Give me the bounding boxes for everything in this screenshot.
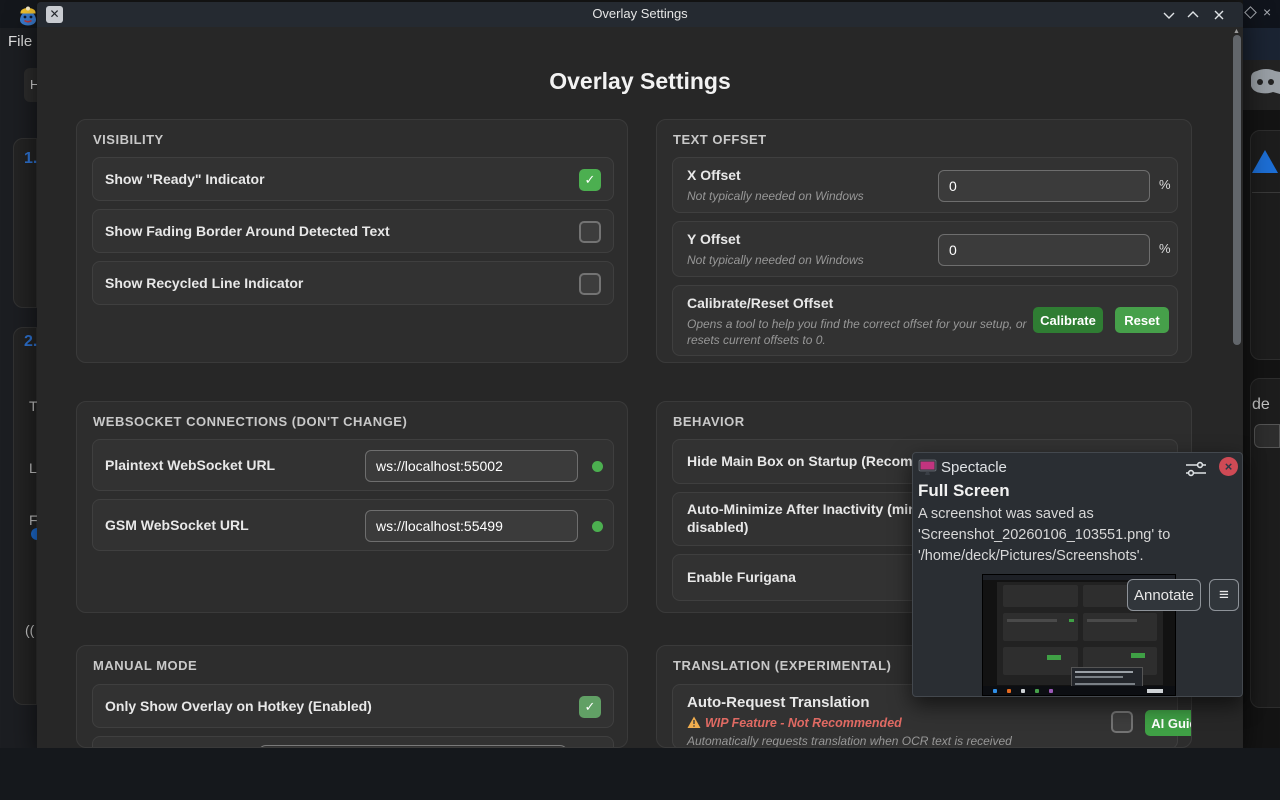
- setting-row: [92, 736, 614, 748]
- background-text-fragment: ((: [25, 622, 34, 638]
- connection-status-dot: [592, 461, 603, 472]
- section-title: WEBSOCKET CONNECTIONS (DON'T CHANGE): [93, 414, 407, 429]
- warning-icon: [687, 716, 701, 729]
- setting-label: X Offset: [687, 167, 741, 183]
- setting-note: Automatically requests translation when …: [687, 734, 1012, 748]
- setting-row: Plaintext WebSocket URL: [92, 439, 614, 491]
- setting-label: Only Show Overlay on Hotkey (Enabled): [105, 698, 372, 714]
- calibrate-button[interactable]: Calibrate: [1033, 307, 1103, 333]
- visibility-section: VISIBILITY Show "Ready" Indicator ✓ Show…: [76, 119, 628, 363]
- spectacle-notification: Spectacle × Full Screen A screenshot was…: [912, 452, 1243, 697]
- wip-warning-text: WIP Feature - Not Recommended: [705, 716, 902, 730]
- setting-row: GSM WebSocket URL: [92, 499, 614, 551]
- window-title: Overlay Settings: [37, 6, 1243, 21]
- configure-notification-icon[interactable]: [1185, 460, 1207, 478]
- unit-label: %: [1159, 177, 1171, 192]
- spectacle-icon: [918, 459, 937, 476]
- setting-note: Opens a tool to help you find the correc…: [687, 317, 1027, 331]
- page-title: Overlay Settings: [37, 68, 1243, 95]
- background-blue-triangle: [1252, 150, 1278, 173]
- websocket-section: WEBSOCKET CONNECTIONS (DON'T CHANGE) Pla…: [76, 401, 628, 613]
- close-icon[interactable]: ×: [1263, 4, 1271, 20]
- setting-row: Only Show Overlay on Hotkey (Enabled) ✓: [92, 684, 614, 728]
- notification-message: A screenshot was saved as 'Screenshot_20…: [918, 504, 1240, 567]
- step-2-number: 2.: [24, 333, 37, 351]
- setting-label: Enable Furigana: [687, 569, 796, 585]
- section-title: TRANSLATION (EXPERIMENTAL): [673, 658, 891, 673]
- setting-row: Calibrate/Reset Offset Opens a tool to h…: [672, 285, 1178, 356]
- hotkey-only-checkbox[interactable]: ✓: [579, 696, 601, 718]
- notification-heading: Full Screen: [918, 481, 1010, 501]
- ai-guide-button[interactable]: AI Guide: [1145, 710, 1192, 736]
- setting-label: Y Offset: [687, 231, 740, 247]
- auto-request-translation-checkbox[interactable]: [1111, 711, 1133, 733]
- y-offset-input[interactable]: [938, 234, 1150, 266]
- setting-label: GSM WebSocket URL: [105, 517, 249, 533]
- reset-button[interactable]: Reset: [1115, 307, 1169, 333]
- ready-indicator-checkbox[interactable]: ✓: [579, 169, 601, 191]
- taskbar: [0, 748, 1280, 800]
- scrollbar-thumb[interactable]: [1233, 35, 1241, 345]
- notification-app-name: Spectacle: [941, 459, 1007, 476]
- setting-label: Calibrate/Reset Offset: [687, 295, 833, 311]
- setting-label: Show Recycled Line Indicator: [105, 275, 303, 291]
- notification-menu-button[interactable]: ≡: [1209, 579, 1239, 611]
- close-button[interactable]: [1211, 7, 1227, 23]
- setting-row: Show "Ready" Indicator ✓: [92, 157, 614, 201]
- restore-icon[interactable]: [1244, 6, 1257, 19]
- background-input-fragment: [1254, 424, 1280, 448]
- recycled-line-checkbox[interactable]: [579, 273, 601, 295]
- maximize-button[interactable]: [1185, 7, 1201, 23]
- window-titlebar[interactable]: ✕ Overlay Settings: [37, 2, 1243, 27]
- background-window-right-titlebar: ×: [1243, 0, 1280, 28]
- manual-mode-section: MANUAL MODE Only Show Overlay on Hotkey …: [76, 645, 628, 748]
- setting-label: disabled): [687, 519, 748, 535]
- plaintext-websocket-url-input[interactable]: [365, 450, 578, 482]
- setting-label: Auto-Request Translation: [687, 694, 870, 711]
- section-title: MANUAL MODE: [93, 658, 197, 673]
- setting-note: Not typically needed on Windows: [687, 253, 864, 267]
- setting-label: Plaintext WebSocket URL: [105, 457, 275, 473]
- connection-status-dot: [592, 521, 603, 532]
- section-title: TEXT OFFSET: [673, 132, 767, 147]
- setting-note: resets current offsets to 0.: [687, 333, 826, 347]
- background-text-fragment: L: [29, 460, 37, 476]
- section-title: BEHAVIOR: [673, 414, 745, 429]
- scrollbar-up-arrow[interactable]: ▲: [1233, 28, 1240, 35]
- setting-row: Y Offset Not typically needed on Windows…: [672, 221, 1178, 277]
- step-1-number: 1.: [24, 150, 37, 168]
- setting-label: Show Fading Border Around Detected Text: [105, 223, 390, 239]
- discord-icon: [1243, 60, 1280, 110]
- section-title: VISIBILITY: [93, 132, 164, 147]
- background-text-fragment: de: [1252, 396, 1270, 414]
- divider: [1252, 192, 1280, 193]
- file-menu[interactable]: File: [8, 33, 32, 50]
- notification-close-button[interactable]: ×: [1219, 457, 1238, 476]
- minimize-button[interactable]: [1161, 7, 1177, 23]
- x-offset-input[interactable]: [938, 170, 1150, 202]
- setting-row: Show Recycled Line Indicator: [92, 261, 614, 305]
- unit-label: %: [1159, 241, 1171, 256]
- gsm-websocket-url-input[interactable]: [365, 510, 578, 542]
- setting-note: Not typically needed on Windows: [687, 189, 864, 203]
- background-navy-strip: [1243, 28, 1280, 60]
- setting-label: Auto-Minimize After Inactivity (minutes: [687, 501, 946, 517]
- desktop: File Ho 1. 2. T L F (( × de ✕ Overlay Se…: [0, 0, 1280, 800]
- setting-row: X Offset Not typically needed on Windows…: [672, 157, 1178, 213]
- text-offset-section: TEXT OFFSET X Offset Not typically neede…: [656, 119, 1192, 363]
- setting-label: Hide Main Box on Startup (Recommend: [687, 453, 950, 469]
- setting-label: Show "Ready" Indicator: [105, 171, 265, 187]
- fading-border-checkbox[interactable]: [579, 221, 601, 243]
- setting-row: Show Fading Border Around Detected Text: [92, 209, 614, 253]
- annotate-button[interactable]: Annotate: [1127, 579, 1201, 611]
